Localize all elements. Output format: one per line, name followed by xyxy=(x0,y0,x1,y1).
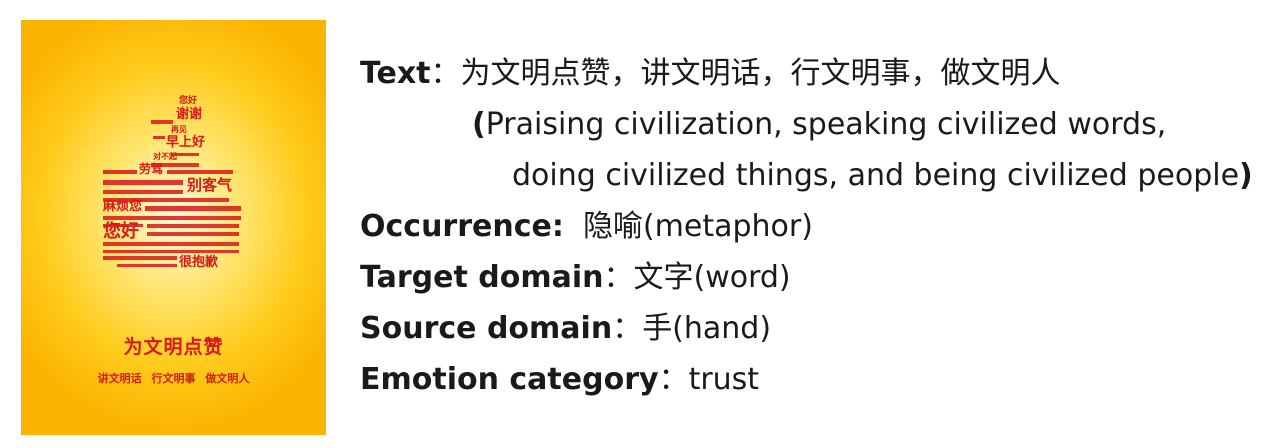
source-domain-separator: ： xyxy=(612,311,643,346)
cloud-word: 您好 xyxy=(103,220,139,242)
text-row: Text：为文明点赞，讲文明话，行文明事，做文明人 xyxy=(360,48,1253,99)
occurrence-value: 隐喻(metaphor) xyxy=(582,209,813,244)
target-domain-value: 文字(word) xyxy=(633,260,791,295)
text-value: 为文明点赞，讲文明话，行文明事，做文明人 xyxy=(460,56,1061,91)
translation-open-paren: ( xyxy=(472,107,486,142)
text-separator: ： xyxy=(430,56,461,91)
target-domain-separator: ： xyxy=(603,260,634,295)
annotation-panel: Text：为文明点赞，讲文明话，行文明事，做文明人 (Praising civi… xyxy=(360,48,1253,405)
target-domain-row: Target domain：文字(word) xyxy=(360,252,1253,303)
translation-line-2: doing civilized things, and being civili… xyxy=(360,150,1253,201)
occurrence-label: Occurrence: xyxy=(360,209,564,244)
cloud-word: 别客气 xyxy=(186,176,232,194)
cloud-word: 谢谢 xyxy=(176,106,202,122)
poster-subtitle: 讲文明话 行文明事 做文明人 xyxy=(97,372,250,385)
poster-title: 为文明点赞 xyxy=(123,336,224,358)
cloud-word: 很抱歉 xyxy=(179,254,218,270)
occurrence-row: Occurrence: 隐喻(metaphor) xyxy=(360,201,1253,252)
cloud-word: 您好 xyxy=(179,94,197,106)
translation-line-1: (Praising civilization, speaking civiliz… xyxy=(360,99,1253,150)
poster-image: 您好 谢谢 再见 早上好 对不起 劳驾 别客气 麻烦您 您好 很抱歉 为文明点赞… xyxy=(21,20,326,435)
emotion-row: Emotion category：trust xyxy=(360,354,1253,405)
target-domain-label: Target domain xyxy=(360,260,604,295)
cloud-word: 再见 xyxy=(171,125,187,134)
source-domain-value: 手(hand) xyxy=(642,311,772,346)
cloud-word: 早上好 xyxy=(166,134,205,150)
emotion-label: Emotion category xyxy=(360,362,659,397)
translation-close-paren: ) xyxy=(1239,158,1253,193)
emotion-separator: ： xyxy=(658,362,689,397)
translation-text-2: doing civilized things, and being civili… xyxy=(512,158,1240,193)
translation-text-1: Praising civilization, speaking civilize… xyxy=(485,107,1167,142)
emotion-value: trust xyxy=(688,362,760,397)
source-domain-label: Source domain xyxy=(360,311,613,346)
text-label: Text xyxy=(360,56,431,91)
source-domain-row: Source domain：手(hand) xyxy=(360,303,1253,354)
thumbs-up-word-cloud: 您好 谢谢 再见 早上好 对不起 劳驾 别客气 麻烦您 您好 很抱歉 xyxy=(102,94,241,270)
